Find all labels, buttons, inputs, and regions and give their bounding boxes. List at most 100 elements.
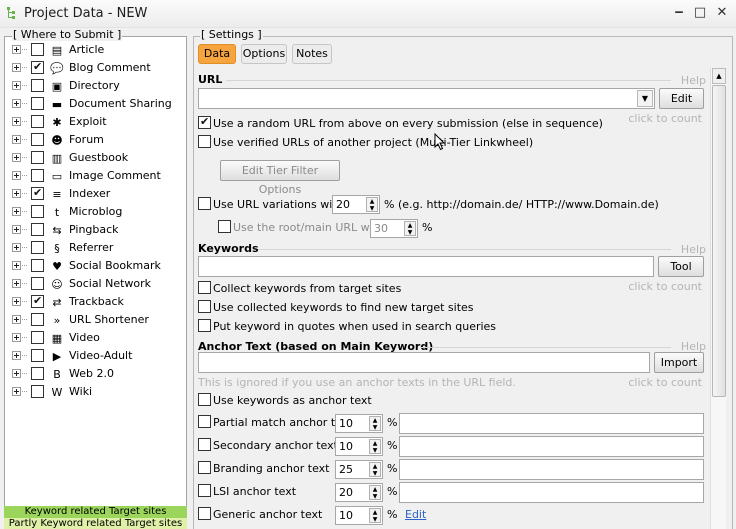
keywords-click-to-count[interactable]: click to count: [628, 280, 702, 293]
tab-options[interactable]: Options: [241, 44, 287, 64]
platform-tree[interactable]: ▤ Article 💬 Blog Comment ▣ Directory ▬ Document…: [4, 36, 187, 529]
chevron-down-icon[interactable]: ▼: [637, 90, 653, 107]
tree-item[interactable]: ▬ Document Sharing: [9, 95, 185, 113]
url-edit-button[interactable]: Edit: [659, 88, 704, 109]
expand-plus-icon[interactable]: [12, 387, 21, 396]
expand-plus-icon[interactable]: [12, 243, 21, 252]
anchor-row-spinner[interactable]: 10 ▲ ▼: [335, 414, 383, 433]
close-button[interactable]: ✕: [713, 5, 731, 21]
expand-plus-icon[interactable]: [12, 297, 21, 306]
tab-data[interactable]: Data: [198, 44, 236, 64]
platform-checkbox[interactable]: [31, 385, 44, 398]
edit-tier-filter-button[interactable]: Edit Tier Filter Options: [220, 160, 340, 196]
platform-checkbox[interactable]: [31, 79, 44, 92]
platform-checkbox[interactable]: [31, 133, 44, 146]
maximize-button[interactable]: □: [691, 5, 709, 21]
anchor-row-text-input[interactable]: [399, 459, 704, 480]
tree-item[interactable]: ▦ Video: [9, 329, 185, 347]
expand-plus-icon[interactable]: [12, 279, 21, 288]
keywords-help-link[interactable]: Help: [681, 243, 706, 256]
minimize-button[interactable]: ‒: [670, 5, 688, 21]
spinner-arrows-icon[interactable]: ▲ ▼: [404, 221, 416, 236]
scrollbar-thumb[interactable]: [712, 85, 726, 397]
expand-plus-icon[interactable]: [12, 333, 21, 342]
scroll-up-icon[interactable]: ▲: [712, 68, 726, 84]
use-collected-keywords-checkbox[interactable]: [198, 300, 211, 313]
platform-checkbox[interactable]: [31, 169, 44, 182]
tree-item[interactable]: W Wiki: [9, 383, 185, 401]
root-url-spinner[interactable]: 30 ▲ ▼: [370, 219, 418, 238]
spinner-arrows-icon[interactable]: ▲ ▼: [369, 439, 381, 454]
expand-plus-icon[interactable]: [12, 99, 21, 108]
spinner-arrows-icon[interactable]: ▲ ▼: [366, 197, 378, 212]
expand-plus-icon[interactable]: [12, 369, 21, 378]
tree-item[interactable]: ▶ Video-Adult: [9, 347, 185, 365]
anchor-row-checkbox[interactable]: [198, 484, 211, 497]
tree-item[interactable]: ▤ Article: [9, 41, 185, 59]
random-url-checkbox[interactable]: [198, 115, 211, 129]
tree-item[interactable]: ▭ Image Comment: [9, 167, 185, 185]
expand-plus-icon[interactable]: [12, 153, 21, 162]
url-help-link[interactable]: Help: [681, 74, 706, 87]
tree-item[interactable]: ≡ Indexer: [9, 185, 185, 203]
platform-checkbox[interactable]: [31, 259, 44, 272]
anchor-row-spinner[interactable]: 10 ▲ ▼: [335, 437, 383, 456]
expand-plus-icon[interactable]: [12, 261, 21, 270]
platform-checkbox[interactable]: [31, 367, 44, 380]
spinner-arrows-icon[interactable]: ▲ ▼: [369, 508, 381, 523]
expand-plus-icon[interactable]: [12, 315, 21, 324]
tree-item[interactable]: B Web 2.0: [9, 365, 185, 383]
platform-checkbox[interactable]: [31, 241, 44, 254]
expand-plus-icon[interactable]: [12, 45, 21, 54]
url-variations-checkbox[interactable]: [198, 197, 211, 210]
platform-checkbox[interactable]: [31, 331, 44, 344]
root-url-checkbox[interactable]: [218, 220, 231, 233]
spinner-arrows-icon[interactable]: ▲ ▼: [369, 416, 381, 431]
anchor-row-checkbox[interactable]: [198, 507, 211, 520]
expand-plus-icon[interactable]: [12, 117, 21, 126]
platform-checkbox[interactable]: [31, 349, 44, 362]
tree-item[interactable]: ✱ Exploit: [9, 113, 185, 131]
tree-item[interactable]: ☺ Social Network: [9, 275, 185, 293]
platform-checkbox[interactable]: [31, 223, 44, 236]
tree-item[interactable]: » URL Shortener: [9, 311, 185, 329]
anchor-input[interactable]: [198, 352, 650, 373]
expand-plus-icon[interactable]: [12, 135, 21, 144]
tree-item[interactable]: ▥ Guestbook: [9, 149, 185, 167]
platform-checkbox[interactable]: [31, 277, 44, 290]
anchor-import-button[interactable]: Import: [654, 352, 704, 373]
url-variations-spinner[interactable]: 20 ▲ ▼: [332, 195, 380, 214]
keyword-quotes-checkbox[interactable]: [198, 319, 211, 332]
use-keywords-anchor-checkbox[interactable]: [198, 393, 211, 406]
collect-keywords-checkbox[interactable]: [198, 281, 211, 294]
expand-plus-icon[interactable]: [12, 225, 21, 234]
verified-urls-checkbox[interactable]: [198, 135, 211, 148]
tree-item[interactable]: ▣ Directory: [9, 77, 185, 95]
tree-item[interactable]: ⇄ Trackback: [9, 293, 185, 311]
tree-item[interactable]: § Referrer: [9, 239, 185, 257]
vertical-scrollbar[interactable]: ▲: [710, 68, 726, 529]
url-click-to-count[interactable]: click to count: [628, 112, 702, 125]
platform-checkbox[interactable]: [31, 186, 44, 200]
tree-item[interactable]: ♥ Social Bookmark: [9, 257, 185, 275]
platform-checkbox[interactable]: [31, 294, 44, 308]
platform-checkbox[interactable]: [31, 115, 44, 128]
platform-checkbox[interactable]: [31, 60, 44, 74]
spinner-arrows-icon[interactable]: ▲ ▼: [369, 485, 381, 500]
anchor-row-text-input[interactable]: [399, 482, 704, 503]
keywords-tool-button[interactable]: Tool: [658, 256, 704, 277]
anchor-row-checkbox[interactable]: [198, 415, 211, 428]
anchor-row-spinner[interactable]: 20 ▲ ▼: [335, 483, 383, 502]
expand-plus-icon[interactable]: [12, 63, 21, 72]
keywords-input[interactable]: [198, 256, 654, 277]
anchor-row-text-input[interactable]: [399, 436, 704, 457]
platform-checkbox[interactable]: [31, 313, 44, 326]
platform-checkbox[interactable]: [31, 205, 44, 218]
tab-notes[interactable]: Notes: [292, 44, 332, 64]
spinner-arrows-icon[interactable]: ▲ ▼: [369, 462, 381, 477]
anchor-row-text-input[interactable]: [399, 413, 704, 434]
expand-plus-icon[interactable]: [12, 171, 21, 180]
generic-anchor-edit-link[interactable]: Edit: [405, 508, 426, 521]
platform-checkbox[interactable]: [31, 97, 44, 110]
platform-checkbox[interactable]: [31, 151, 44, 164]
